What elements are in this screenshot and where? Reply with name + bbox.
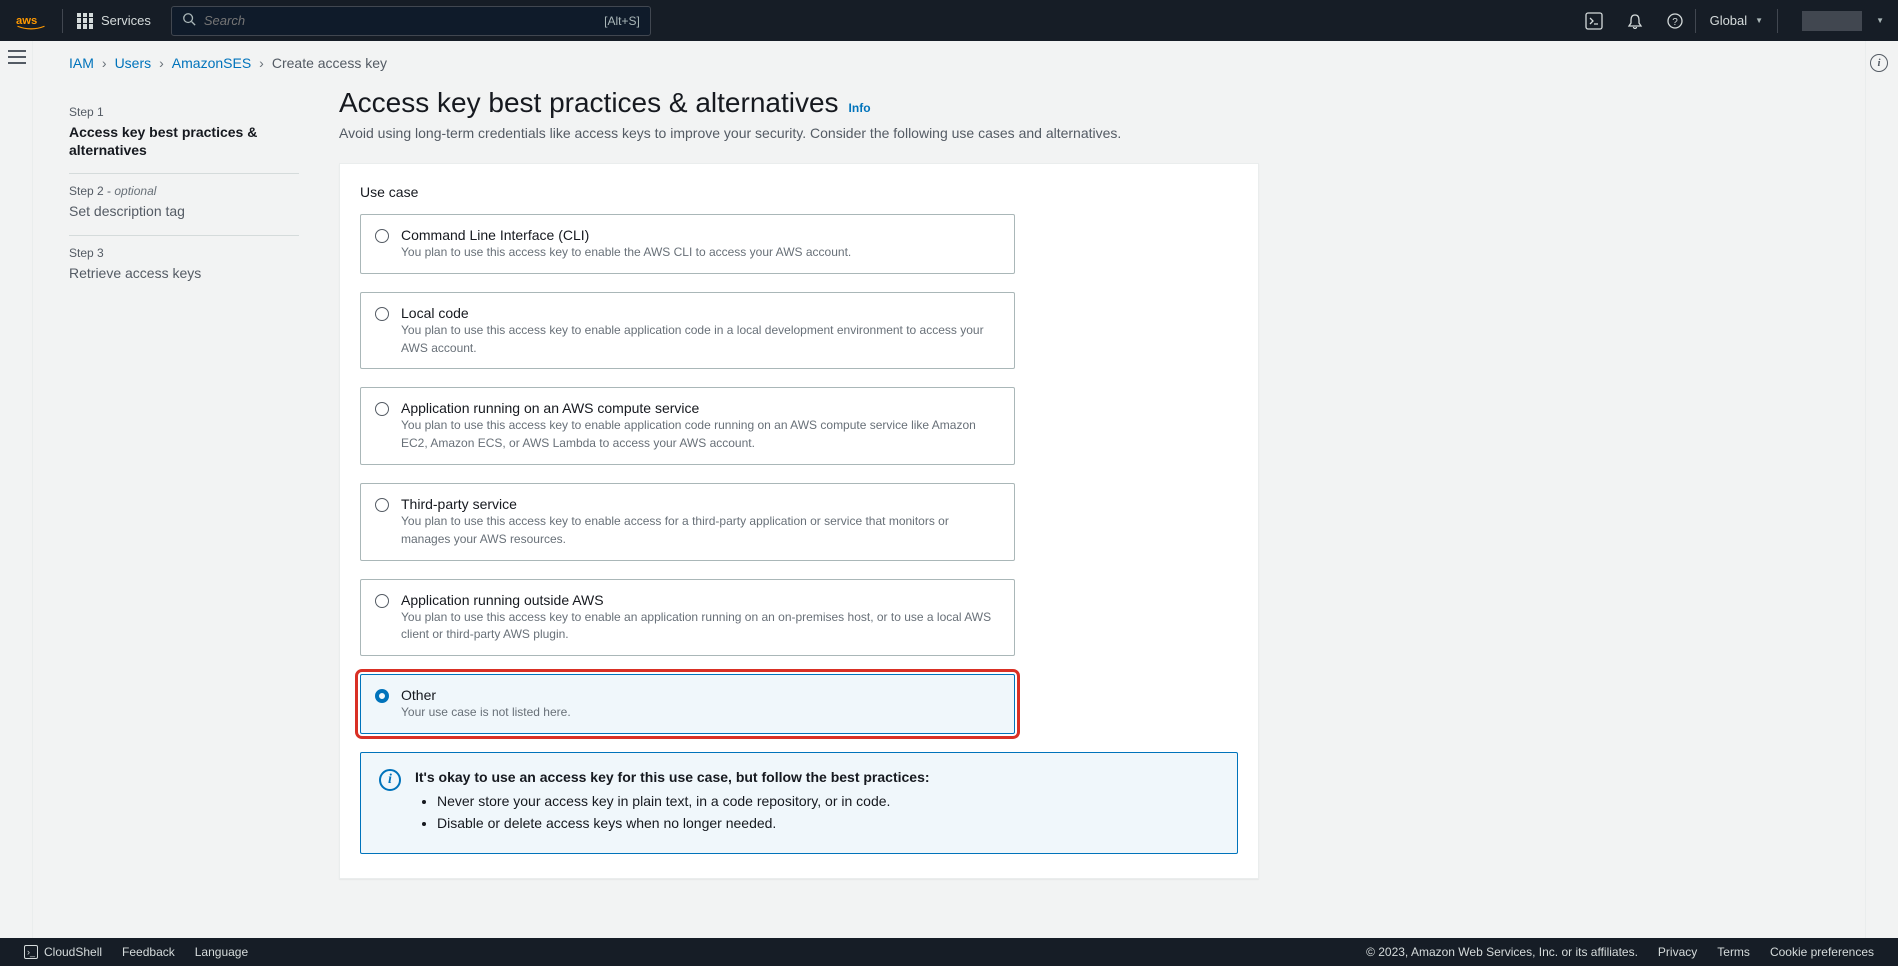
info-icon: i (379, 769, 401, 791)
option-aws-compute[interactable]: Application running on an AWS compute se… (360, 387, 1015, 465)
sidebar-toggle[interactable] (8, 50, 26, 64)
step-number: Step 2 - optional (69, 184, 299, 198)
option-title: Application running on an AWS compute se… (401, 400, 699, 416)
search-box[interactable]: [Alt+S] (171, 6, 651, 36)
feedback-link[interactable]: Feedback (112, 945, 185, 959)
panel-heading: Use case (360, 184, 1238, 200)
copyright: © 2023, Amazon Web Services, Inc. or its… (1356, 945, 1648, 959)
step-number: Step 1 (69, 105, 299, 119)
cloudshell-icon[interactable] (1573, 0, 1615, 41)
option-third-party[interactable]: Third-party service You plan to use this… (360, 483, 1015, 561)
step-number: Step 3 (69, 246, 299, 260)
region-label: Global (1710, 13, 1748, 28)
step-title: Set description tag (69, 202, 299, 220)
search-container: [Alt+S] (171, 6, 651, 36)
option-desc: You plan to use this access key to enabl… (401, 323, 984, 355)
cloudshell-icon: ›_ (24, 945, 38, 959)
aws-logo[interactable]: aws (0, 12, 62, 30)
chevron-right-icon: › (259, 55, 264, 71)
radio-icon (375, 689, 389, 703)
option-title: Local code (401, 305, 469, 321)
radio-icon (375, 594, 389, 608)
alert-item: Never store your access key in plain tex… (437, 793, 1219, 809)
radio-icon (375, 402, 389, 416)
account-name-redacted (1802, 11, 1862, 31)
option-desc: You plan to use this access key to enabl… (401, 418, 976, 450)
option-cli[interactable]: Command Line Interface (CLI) You plan to… (360, 214, 1015, 274)
step-1[interactable]: Step 1 Access key best practices & alter… (69, 95, 299, 174)
page-description: Avoid using long-term credentials like a… (339, 125, 1259, 141)
step-2[interactable]: Step 2 - optional Set description tag (69, 174, 299, 235)
option-other[interactable]: Other Your use case is not listed here. (360, 674, 1015, 734)
privacy-link[interactable]: Privacy (1648, 945, 1707, 959)
alert-title: It's okay to use an access key for this … (415, 769, 1219, 785)
help-icon[interactable]: ? (1655, 0, 1695, 41)
cloudshell-label: CloudShell (44, 945, 102, 959)
breadcrumb-amazonses[interactable]: AmazonSES (172, 55, 251, 71)
language-link[interactable]: Language (185, 945, 258, 959)
breadcrumb: IAM › Users › AmazonSES › Create access … (33, 41, 1865, 81)
radio-icon (375, 498, 389, 512)
services-label: Services (101, 13, 151, 28)
breadcrumb-iam[interactable]: IAM (69, 55, 94, 71)
option-title: Application running outside AWS (401, 592, 604, 608)
option-title: Third-party service (401, 496, 517, 512)
step-3[interactable]: Step 3 Retrieve access keys (69, 236, 299, 296)
search-input[interactable] (204, 13, 596, 28)
option-local-code[interactable]: Local code You plan to use this access k… (360, 292, 1015, 370)
breadcrumb-current: Create access key (272, 55, 387, 71)
use-case-panel: Use case Command Line Interface (CLI) Yo… (339, 163, 1259, 879)
search-shortcut: [Alt+S] (604, 14, 640, 28)
radio-icon (375, 307, 389, 321)
services-menu[interactable]: Services (63, 13, 165, 29)
option-title: Command Line Interface (CLI) (401, 227, 589, 243)
main-area: IAM › Users › AmazonSES › Create access … (32, 41, 1866, 938)
option-desc: You plan to use this access key to enabl… (401, 245, 851, 259)
top-nav: aws Services [Alt+S] ? Global (0, 0, 1898, 41)
grid-icon (77, 13, 93, 29)
svg-text:?: ? (1672, 17, 1678, 28)
terms-link[interactable]: Terms (1707, 945, 1760, 959)
info-panel-toggle[interactable]: i (1870, 54, 1888, 72)
option-title: Other (401, 687, 436, 703)
breadcrumb-users[interactable]: Users (115, 55, 152, 71)
step-title: Retrieve access keys (69, 264, 299, 282)
account-menu[interactable] (1778, 11, 1898, 31)
region-selector[interactable]: Global (1696, 13, 1778, 28)
hamburger-icon (8, 50, 26, 64)
chevron-right-icon: › (102, 55, 107, 71)
step-title: Access key best practices & alternatives (69, 123, 299, 159)
option-desc: You plan to use this access key to enabl… (401, 610, 991, 642)
option-outside-aws[interactable]: Application running outside AWS You plan… (360, 579, 1015, 657)
chevron-right-icon: › (159, 55, 164, 71)
alert-item: Disable or delete access keys when no lo… (437, 815, 1219, 831)
info-alert: i It's okay to use an access key for thi… (360, 752, 1238, 854)
notifications-icon[interactable] (1615, 0, 1655, 41)
topnav-right: ? Global (1573, 0, 1898, 41)
main-content: Access key best practices & alternatives… (339, 81, 1259, 928)
alert-list: Never store your access key in plain tex… (415, 793, 1219, 831)
info-icon: i (1870, 54, 1888, 72)
info-link[interactable]: Info (849, 101, 871, 115)
page-title: Access key best practices & alternatives (339, 87, 839, 119)
option-desc: You plan to use this access key to enabl… (401, 514, 949, 546)
cookie-prefs-link[interactable]: Cookie preferences (1760, 945, 1884, 959)
search-icon (182, 12, 196, 29)
radio-icon (375, 229, 389, 243)
option-desc: Your use case is not listed here. (401, 705, 571, 719)
svg-text:aws: aws (16, 15, 37, 27)
cloudshell-button[interactable]: ›_ CloudShell (14, 945, 112, 959)
bottom-bar: ›_ CloudShell Feedback Language © 2023, … (0, 938, 1898, 966)
wizard-steps: Step 1 Access key best practices & alter… (69, 81, 299, 928)
